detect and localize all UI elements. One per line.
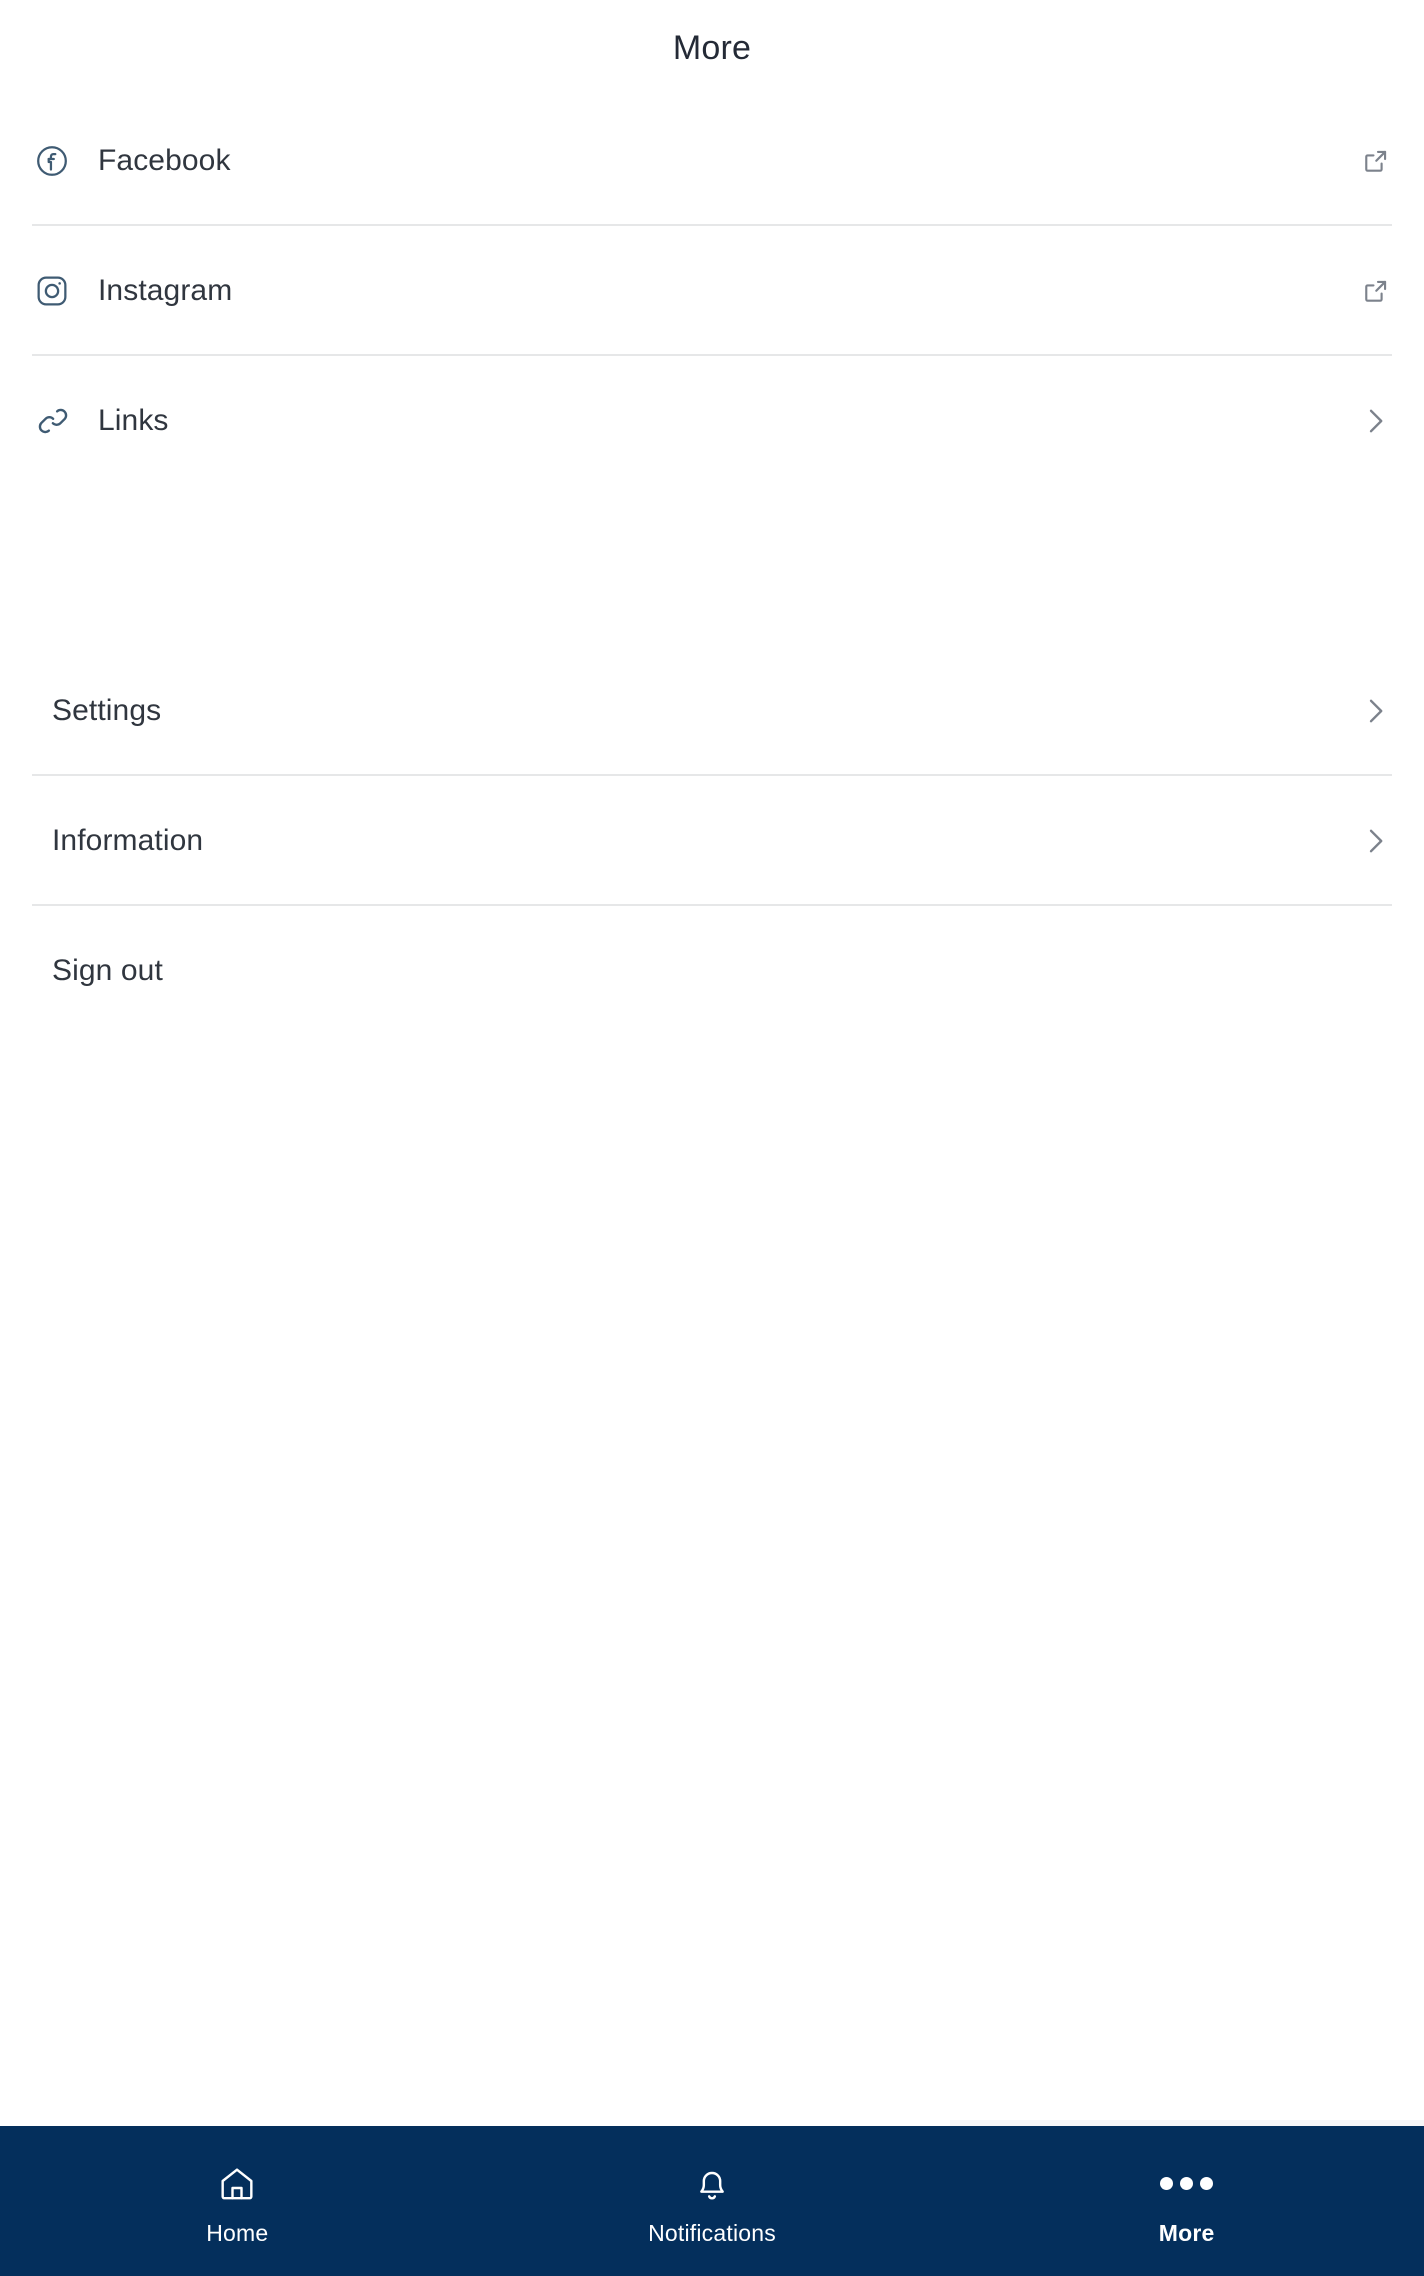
nav-item-label: Home — [206, 2219, 269, 2246]
more-screen: More Facebook Instagram Links Settings I… — [0, 0, 1424, 2276]
list-item-label: Settings — [52, 694, 162, 727]
ellipsis-dot — [1160, 2177, 1174, 2190]
content-area: Facebook Instagram Links Settings Inform… — [0, 96, 1424, 2126]
bell-icon — [692, 2162, 732, 2206]
page-header: More — [0, 0, 1424, 96]
home-icon — [217, 2162, 257, 2206]
ellipsis-dots — [1160, 2162, 1214, 2206]
nav-item-label: More — [1158, 2219, 1215, 2246]
nav-item-home[interactable]: Home — [0, 2126, 475, 2276]
nav-item-more[interactable]: More — [949, 2126, 1424, 2276]
list-item-instagram[interactable]: Instagram — [0, 226, 1424, 356]
chevron-right-icon[interactable] — [1336, 694, 1392, 728]
external-link-icon[interactable] — [1336, 275, 1392, 307]
instagram-icon — [34, 273, 78, 309]
external-link-icon[interactable] — [1336, 145, 1392, 177]
ellipsis-icon — [1160, 2162, 1214, 2206]
page-title: More — [672, 28, 752, 67]
list-item-label: Links — [98, 404, 169, 437]
facebook-icon — [34, 143, 78, 179]
list-item-label: Facebook — [98, 144, 231, 177]
list-item-label: Instagram — [98, 274, 233, 307]
ellipsis-dot — [1200, 2177, 1214, 2190]
list-item-label: Information — [52, 824, 204, 857]
nav-item-label: Notifications — [648, 2219, 776, 2246]
list-item-sign-out[interactable]: Sign out — [0, 906, 1424, 1036]
list-item-label: Sign out — [52, 954, 163, 987]
bottom-navigation: Home Notifications More — [0, 2120, 1424, 2276]
social-links-group: Facebook Instagram Links — [0, 96, 1424, 486]
list-item-settings[interactable]: Settings — [0, 646, 1424, 776]
nav-item-notifications[interactable]: Notifications — [475, 2126, 950, 2276]
chevron-right-icon[interactable] — [1336, 404, 1392, 438]
list-item-facebook[interactable]: Facebook — [0, 96, 1424, 226]
link-chain-icon — [34, 402, 78, 440]
ellipsis-dot — [1180, 2177, 1194, 2190]
account-group: Settings Information Sign out — [0, 646, 1424, 1036]
chevron-right-icon[interactable] — [1336, 824, 1392, 858]
list-item-information[interactable]: Information — [0, 776, 1424, 906]
list-item-links[interactable]: Links — [0, 356, 1424, 486]
